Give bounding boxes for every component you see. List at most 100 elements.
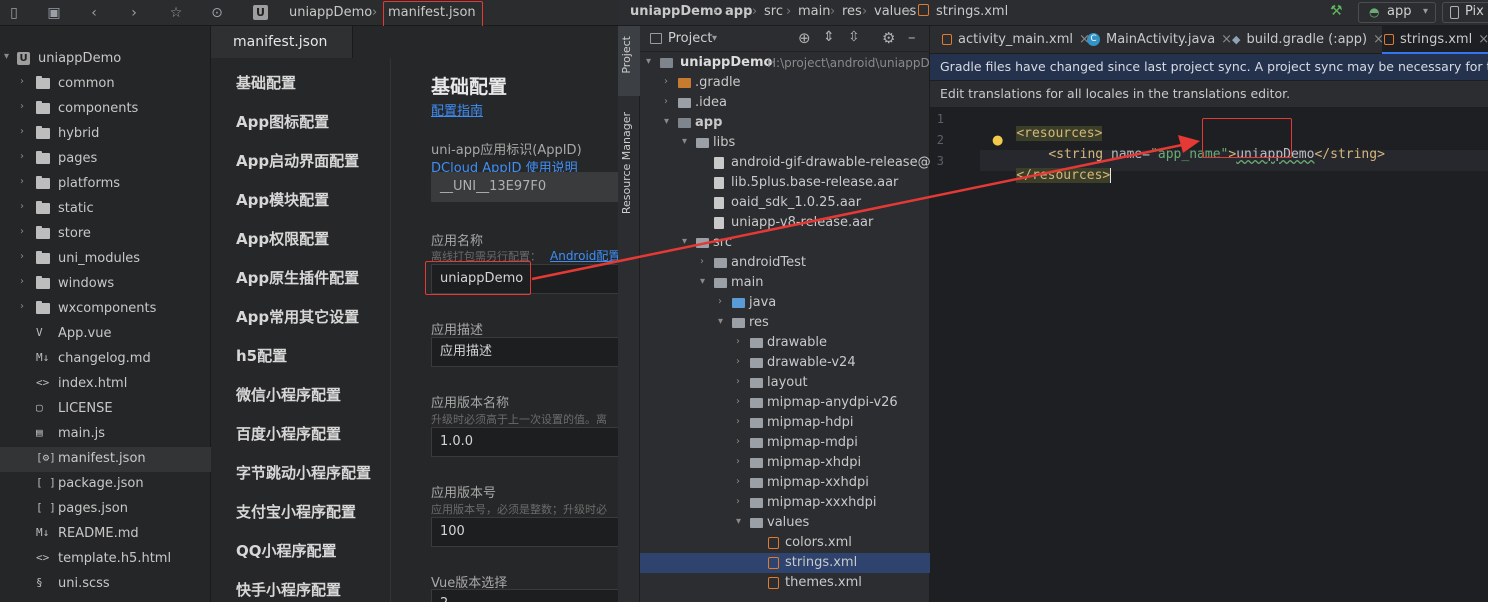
hammer-icon[interactable]: ⚒: [1330, 3, 1343, 19]
project-tree-row[interactable]: › drawable-v24: [640, 353, 930, 373]
sidebar-icon[interactable]: ▯: [4, 3, 24, 23]
manifest-nav-item[interactable]: 字节跳动小程序配置: [236, 462, 371, 483]
tree-folder[interactable]: › components: [0, 97, 211, 122]
studio-breadcrumb-item[interactable]: res: [842, 4, 862, 19]
project-tree-row[interactable]: › drawable: [640, 333, 930, 353]
project-tree-row[interactable]: › mipmap-xhdpi: [640, 453, 930, 473]
minimize-icon[interactable]: –: [908, 28, 916, 46]
tree-folder[interactable]: › uni_modules: [0, 247, 211, 272]
project-tree-row[interactable]: strings.xml: [640, 553, 930, 573]
editor-tab[interactable]: ◆ build.gradle (:app) ×: [1230, 26, 1384, 54]
breadcrumb-project[interactable]: uniappDemo: [289, 5, 372, 20]
chevron-down-icon[interactable]: ▾: [712, 33, 717, 44]
version-name-field[interactable]: 1.0.0: [431, 427, 621, 457]
star-icon[interactable]: ☆: [166, 3, 186, 23]
manifest-nav-item[interactable]: 百度小程序配置: [236, 423, 341, 444]
run-icon[interactable]: ⊙: [207, 3, 227, 23]
studio-breadcrumb-item[interactable]: uniappDemo: [630, 4, 722, 19]
project-view-select[interactable]: Project: [668, 31, 712, 46]
project-tree-row[interactable]: › mipmap-mdpi: [640, 433, 930, 453]
project-tree-row[interactable]: colors.xml: [640, 533, 930, 553]
run-config-select[interactable]: ◓ app ▾: [1358, 2, 1436, 23]
guide-link[interactable]: 配置指南: [431, 100, 483, 119]
tree-file[interactable]: § uni.scss: [0, 572, 211, 597]
manifest-nav-item[interactable]: 微信小程序配置: [236, 384, 341, 405]
tree-folder[interactable]: › common: [0, 72, 211, 97]
tree-folder[interactable]: › windows: [0, 272, 211, 297]
android-config-link[interactable]: Android配置: [550, 247, 620, 264]
project-tree-row[interactable]: ▾ main: [640, 273, 930, 293]
project-tree-row[interactable]: ▾ values: [640, 513, 930, 533]
studio-breadcrumb-item[interactable]: main: [798, 4, 830, 19]
manifest-nav-item[interactable]: 基础配置: [236, 72, 296, 93]
project-tree-row[interactable]: lib.5plus.base-release.aar: [640, 173, 930, 193]
translations-banner[interactable]: Edit translations for all locales in the…: [930, 81, 1488, 107]
project-tree-row[interactable]: ▾ src: [640, 233, 930, 253]
project-tree-row[interactable]: › mipmap-hdpi: [640, 413, 930, 433]
tree-folder[interactable]: › hybrid: [0, 122, 211, 147]
editor-tab[interactable]: C MainActivity.java ×: [1085, 26, 1232, 54]
manifest-nav-item[interactable]: 支付宝小程序配置: [236, 501, 356, 522]
tab-manifest[interactable]: manifest.json: [211, 26, 353, 58]
project-tree-row[interactable]: › java: [640, 293, 930, 313]
tree-folder[interactable]: › store: [0, 222, 211, 247]
project-tree-row[interactable]: uniapp-v8-release.aar: [640, 213, 930, 233]
project-tree-row[interactable]: › mipmap-xxhdpi: [640, 473, 930, 493]
studio-breadcrumb-item[interactable]: strings.xml: [936, 4, 1008, 19]
project-tree-row[interactable]: › mipmap-xxxhdpi: [640, 493, 930, 513]
project-tree-row[interactable]: › layout: [640, 373, 930, 393]
manifest-nav-item[interactable]: App模块配置: [236, 189, 329, 210]
tree-folder[interactable]: › platforms: [0, 172, 211, 197]
tree-file[interactable]: [ ] package.json: [0, 472, 211, 497]
project-tree-row[interactable]: oaid_sdk_1.0.25.aar: [640, 193, 930, 213]
tree-file[interactable]: ▤ main.js: [0, 422, 211, 447]
close-icon[interactable]: ×: [1478, 32, 1488, 47]
manifest-nav-item[interactable]: QQ小程序配置: [236, 540, 337, 561]
tree-file[interactable]: [ ] pages.json: [0, 497, 211, 522]
manifest-nav-item[interactable]: App权限配置: [236, 228, 329, 249]
manifest-nav-item[interactable]: 快手小程序配置: [236, 579, 341, 600]
studio-breadcrumb-item[interactable]: app: [725, 4, 752, 19]
project-root-row[interactable]: ▾ uniappDemo H:\project\android\uniappD: [640, 53, 930, 73]
tree-folder[interactable]: › pages: [0, 147, 211, 172]
forward-icon[interactable]: ›: [124, 3, 144, 23]
project-tree-row[interactable]: ▾ libs: [640, 133, 930, 153]
tree-file[interactable]: V App.vue: [0, 322, 211, 347]
project-tree-row[interactable]: › .idea: [640, 93, 930, 113]
tree-file[interactable]: ▢ LICENSE: [0, 397, 211, 422]
project-tree-row[interactable]: › .gradle: [640, 73, 930, 93]
project-tree-row[interactable]: themes.xml: [640, 573, 930, 593]
manifest-nav-item[interactable]: App图标配置: [236, 111, 329, 132]
collapse-all-icon[interactable]: ⇳: [848, 29, 860, 45]
code-line-3[interactable]: </resources>: [985, 153, 1112, 198]
manifest-nav-item[interactable]: App原生插件配置: [236, 267, 359, 288]
tree-file[interactable]: <> template.h5.html: [0, 547, 211, 572]
tree-file[interactable]: [⚙] manifest.json: [0, 447, 211, 472]
project-tree-row[interactable]: android-gif-drawable-release@1.: [640, 153, 930, 173]
vue-version-select[interactable]: 2: [431, 589, 621, 602]
app-desc-field[interactable]: 应用描述: [431, 337, 621, 367]
tree-root[interactable]: ▾ U uniappDemo: [0, 47, 211, 72]
project-tool-tab[interactable]: Project: [618, 26, 640, 96]
manifest-nav-item[interactable]: App启动界面配置: [236, 150, 359, 171]
studio-breadcrumb-item[interactable]: src: [764, 4, 783, 19]
settings-icon[interactable]: ⚙: [882, 29, 895, 47]
project-tree-row[interactable]: › mipmap-anydpi-v26: [640, 393, 930, 413]
editor-tab[interactable]: strings.xml ×: [1382, 26, 1488, 54]
tree-folder[interactable]: › static: [0, 197, 211, 222]
locate-icon[interactable]: ⊕: [798, 29, 811, 47]
manifest-nav-item[interactable]: App常用其它设置: [236, 306, 359, 327]
tree-folder[interactable]: › wxcomponents: [0, 297, 211, 322]
tree-file[interactable]: M↓ README.md: [0, 522, 211, 547]
project-tree-row[interactable]: ▾ app: [640, 113, 930, 133]
manifest-nav-item[interactable]: h5配置: [236, 345, 287, 366]
expand-all-icon[interactable]: ⇕: [823, 29, 835, 45]
project-tree-row[interactable]: ▾ res: [640, 313, 930, 333]
tree-file[interactable]: M↓ changelog.md: [0, 347, 211, 372]
tree-file[interactable]: <> index.html: [0, 372, 211, 397]
back-icon[interactable]: ‹: [84, 3, 104, 23]
project-tree-row[interactable]: › androidTest: [640, 253, 930, 273]
editor-tab[interactable]: activity_main.xml ×: [940, 26, 1090, 54]
device-select[interactable]: Pix: [1442, 2, 1488, 23]
save-icon[interactable]: ▣: [44, 3, 64, 23]
